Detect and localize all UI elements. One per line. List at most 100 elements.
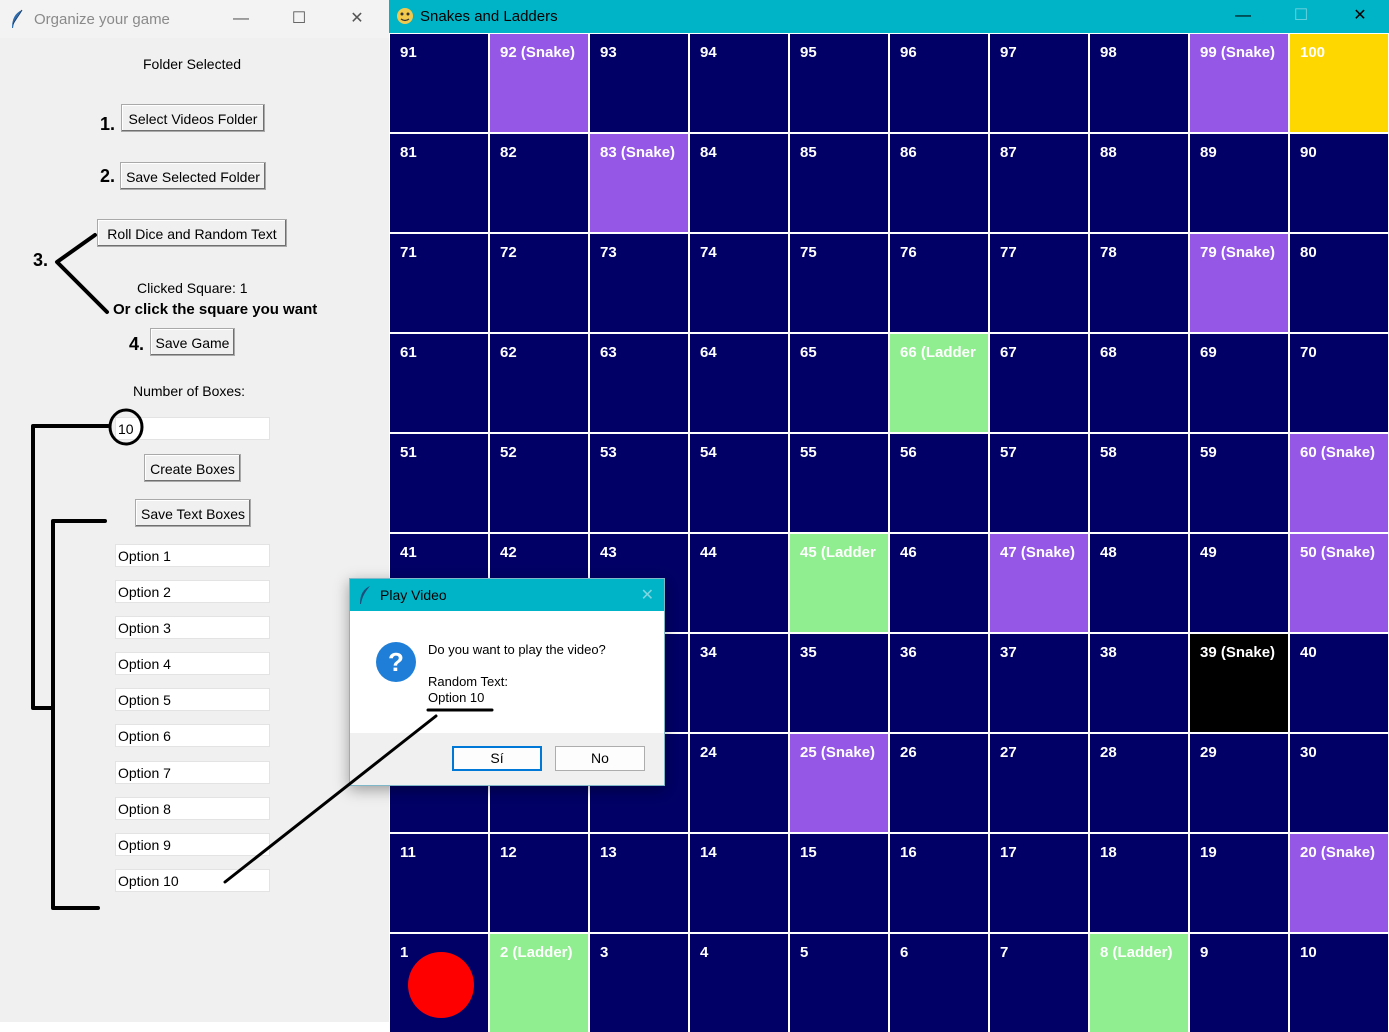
board-cell-92[interactable]: 92 (Snake): [490, 34, 588, 132]
board-cell-93[interactable]: 93: [590, 34, 688, 132]
board-cell-25[interactable]: 25 (Snake): [790, 734, 888, 832]
board-cell-79[interactable]: 79 (Snake): [1190, 234, 1288, 332]
option-field-7[interactable]: [115, 761, 270, 784]
board-cell-90[interactable]: 90: [1290, 134, 1388, 232]
board-cell-15[interactable]: 15: [790, 834, 888, 932]
board-cell-64[interactable]: 64: [690, 334, 788, 432]
board-cell-39[interactable]: 39 (Snake): [1190, 634, 1288, 732]
board-cell-56[interactable]: 56: [890, 434, 988, 532]
board-cell-62[interactable]: 62: [490, 334, 588, 432]
board-cell-100[interactable]: 100: [1290, 34, 1388, 132]
board-cell-37[interactable]: 37: [990, 634, 1088, 732]
board-cell-49[interactable]: 49: [1190, 534, 1288, 632]
yes-button[interactable]: Sí: [452, 746, 542, 771]
board-cell-99[interactable]: 99 (Snake): [1190, 34, 1288, 132]
board-cell-5[interactable]: 5: [790, 934, 888, 1032]
select-videos-folder-button[interactable]: Select Videos Folder: [121, 104, 265, 132]
game-maximize-button[interactable]: ☐: [1290, 5, 1312, 27]
create-boxes-button[interactable]: Create Boxes: [144, 454, 241, 482]
board-cell-61[interactable]: 61: [390, 334, 488, 432]
board-cell-58[interactable]: 58: [1090, 434, 1188, 532]
board-cell-13[interactable]: 13: [590, 834, 688, 932]
no-button[interactable]: No: [555, 746, 645, 771]
board-cell-95[interactable]: 95: [790, 34, 888, 132]
board-cell-28[interactable]: 28: [1090, 734, 1188, 832]
board-cell-72[interactable]: 72: [490, 234, 588, 332]
option-field-5[interactable]: [115, 688, 270, 711]
board-cell-46[interactable]: 46: [890, 534, 988, 632]
board-cell-55[interactable]: 55: [790, 434, 888, 532]
board-cell-83[interactable]: 83 (Snake): [590, 134, 688, 232]
number-of-boxes-input[interactable]: [115, 417, 270, 440]
board-cell-8[interactable]: 8 (Ladder): [1090, 934, 1188, 1032]
board-cell-67[interactable]: 67: [990, 334, 1088, 432]
game-close-button[interactable]: ✕: [1349, 5, 1371, 27]
board-cell-18[interactable]: 18: [1090, 834, 1188, 932]
roll-dice-button[interactable]: Roll Dice and Random Text: [97, 219, 287, 247]
board-cell-24[interactable]: 24: [690, 734, 788, 832]
game-minimize-button[interactable]: —: [1232, 5, 1254, 27]
option-field-10[interactable]: [115, 869, 270, 892]
board-cell-94[interactable]: 94: [690, 34, 788, 132]
board-cell-53[interactable]: 53: [590, 434, 688, 532]
board-cell-69[interactable]: 69: [1190, 334, 1288, 432]
board-cell-98[interactable]: 98: [1090, 34, 1188, 132]
board-cell-16[interactable]: 16: [890, 834, 988, 932]
option-field-1[interactable]: [115, 544, 270, 567]
board-cell-60[interactable]: 60 (Snake): [1290, 434, 1388, 532]
board-cell-91[interactable]: 91: [390, 34, 488, 132]
option-field-3[interactable]: [115, 616, 270, 639]
option-field-4[interactable]: [115, 652, 270, 675]
board-cell-50[interactable]: 50 (Snake): [1290, 534, 1388, 632]
board-cell-65[interactable]: 65: [790, 334, 888, 432]
board-cell-26[interactable]: 26: [890, 734, 988, 832]
board-cell-63[interactable]: 63: [590, 334, 688, 432]
option-field-2[interactable]: [115, 580, 270, 603]
board-cell-6[interactable]: 6: [890, 934, 988, 1032]
board-cell-87[interactable]: 87: [990, 134, 1088, 232]
board-cell-71[interactable]: 71: [390, 234, 488, 332]
option-field-8[interactable]: [115, 797, 270, 820]
board-cell-68[interactable]: 68: [1090, 334, 1188, 432]
board-cell-34[interactable]: 34: [690, 634, 788, 732]
board-cell-82[interactable]: 82: [490, 134, 588, 232]
board-cell-73[interactable]: 73: [590, 234, 688, 332]
board-cell-45[interactable]: 45 (Ladder: [790, 534, 888, 632]
board-cell-36[interactable]: 36: [890, 634, 988, 732]
save-text-boxes-button[interactable]: Save Text Boxes: [135, 499, 251, 527]
board-cell-20[interactable]: 20 (Snake): [1290, 834, 1388, 932]
board-cell-9[interactable]: 9: [1190, 934, 1288, 1032]
board-cell-3[interactable]: 3: [590, 934, 688, 1032]
board-cell-52[interactable]: 52: [490, 434, 588, 532]
board-cell-59[interactable]: 59: [1190, 434, 1288, 532]
board-cell-14[interactable]: 14: [690, 834, 788, 932]
close-button[interactable]: ✕: [346, 8, 368, 30]
board-cell-4[interactable]: 4: [690, 934, 788, 1032]
board-cell-85[interactable]: 85: [790, 134, 888, 232]
board-cell-84[interactable]: 84: [690, 134, 788, 232]
board-cell-27[interactable]: 27: [990, 734, 1088, 832]
board-cell-81[interactable]: 81: [390, 134, 488, 232]
board-cell-10[interactable]: 10: [1290, 934, 1388, 1032]
board-cell-35[interactable]: 35: [790, 634, 888, 732]
board-cell-48[interactable]: 48: [1090, 534, 1188, 632]
board-cell-75[interactable]: 75: [790, 234, 888, 332]
board-cell-88[interactable]: 88: [1090, 134, 1188, 232]
board-cell-57[interactable]: 57: [990, 434, 1088, 532]
option-field-6[interactable]: [115, 724, 270, 747]
board-cell-47[interactable]: 47 (Snake): [990, 534, 1088, 632]
board-cell-80[interactable]: 80: [1290, 234, 1388, 332]
board-cell-96[interactable]: 96: [890, 34, 988, 132]
board-cell-70[interactable]: 70: [1290, 334, 1388, 432]
dialog-close-icon[interactable]: ✕: [641, 585, 654, 605]
board-cell-40[interactable]: 40: [1290, 634, 1388, 732]
board-cell-76[interactable]: 76: [890, 234, 988, 332]
board-cell-30[interactable]: 30: [1290, 734, 1388, 832]
board-cell-54[interactable]: 54: [690, 434, 788, 532]
board-cell-2[interactable]: 2 (Ladder): [490, 934, 588, 1032]
board-cell-74[interactable]: 74: [690, 234, 788, 332]
board-cell-38[interactable]: 38: [1090, 634, 1188, 732]
board-cell-97[interactable]: 97: [990, 34, 1088, 132]
board-cell-51[interactable]: 51: [390, 434, 488, 532]
save-game-button[interactable]: Save Game: [150, 328, 235, 356]
